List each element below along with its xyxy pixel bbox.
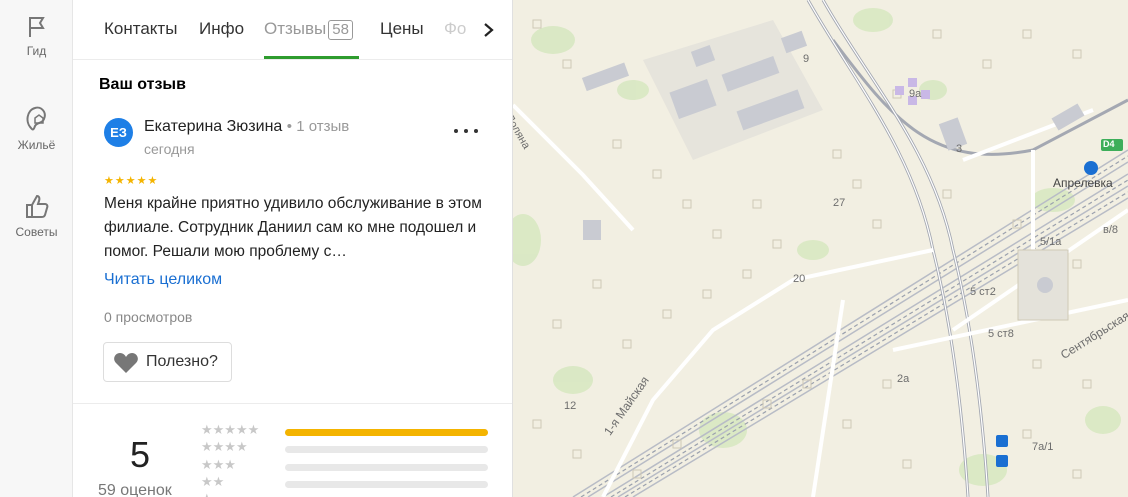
thumbs-up-icon bbox=[25, 194, 48, 218]
review-date: сегодня bbox=[144, 141, 195, 157]
flag-icon bbox=[28, 17, 45, 37]
rating-bar-stars: ★★ bbox=[201, 474, 225, 489]
rating-bar-track bbox=[285, 446, 488, 453]
heart-icon bbox=[114, 353, 138, 373]
rating-bar-5: ★★★★★ bbox=[201, 422, 501, 439]
tab-reviews[interactable]: Отзывы 58 bbox=[264, 19, 353, 40]
rating-bar-3: ★★★ bbox=[201, 457, 501, 474]
map-view[interactable]: Поляна 1-я Майская Сентябрьская Апрелевк… bbox=[513, 0, 1128, 497]
rating-bar-stars: ★★★★ bbox=[201, 439, 248, 454]
house-number: 27 bbox=[833, 197, 846, 209]
more-options-icon[interactable] bbox=[454, 123, 480, 139]
house-number: 5/1а bbox=[1040, 236, 1062, 248]
organization-panel: Контакты Инфо Отзывы 58 Цены Фо Ваш отзыв… bbox=[73, 0, 513, 497]
house-number: 9 bbox=[803, 53, 810, 65]
house-number: 5 ст8 bbox=[988, 328, 1014, 340]
tab-photos[interactable]: Фо bbox=[444, 19, 474, 39]
author-name[interactable]: Екатерина Зюзина bbox=[144, 118, 282, 135]
tab-contacts[interactable]: Контакты bbox=[104, 19, 177, 39]
tab-reviews-label: Отзывы bbox=[264, 19, 327, 38]
reviews-count-badge: 58 bbox=[328, 20, 353, 40]
station-label[interactable]: Апрелевка bbox=[1053, 176, 1113, 190]
rating-bar-track bbox=[285, 481, 488, 488]
rating-bar-stars: ★ bbox=[201, 491, 277, 497]
rail-item-guide-label: Гид bbox=[26, 44, 47, 58]
rating-bar-track bbox=[285, 429, 488, 436]
useful-button[interactable]: Полезно? bbox=[103, 342, 232, 382]
ratings-count: 59 оценок bbox=[98, 482, 172, 497]
useful-button-label: Полезно? bbox=[146, 353, 218, 370]
house-number: 2а bbox=[897, 373, 910, 385]
rail-item-housing-label: Жильё bbox=[17, 138, 56, 152]
review-stars: ★★★★★ bbox=[104, 175, 159, 187]
rating-summary: 5 59 оценок ★★★★★ ★★★★ ★★★ ★★ ★ bbox=[73, 403, 512, 497]
house-number: в/8 bbox=[1103, 224, 1119, 236]
house-number: 5 ст2 bbox=[970, 286, 996, 298]
rating-bar-stars: ★★★ bbox=[201, 457, 236, 472]
read-full-link[interactable]: Читать целиком bbox=[104, 271, 222, 289]
home-icon bbox=[26, 106, 46, 131]
rating-bar-track bbox=[285, 464, 488, 471]
house-number: 7а/1 bbox=[1032, 441, 1054, 453]
tab-prices[interactable]: Цены bbox=[380, 19, 424, 39]
rating-bar-2: ★★ bbox=[201, 474, 501, 491]
average-rating: 5 bbox=[130, 434, 151, 475]
rail-item-tips[interactable]: Советы bbox=[0, 193, 73, 239]
active-tab-indicator bbox=[264, 56, 359, 59]
rail-item-tips-label: Советы bbox=[15, 225, 58, 239]
house-number: 3 bbox=[956, 143, 963, 155]
left-rail: Гид Жильё Советы bbox=[0, 0, 73, 497]
tab-bar: Контакты Инфо Отзывы 58 Цены Фо bbox=[73, 0, 512, 60]
rail-item-housing[interactable]: Жильё bbox=[0, 104, 73, 152]
review-author[interactable]: Екатерина Зюзина • 1 отзыв bbox=[144, 118, 349, 136]
rating-bar-fill bbox=[285, 429, 488, 436]
tab-info[interactable]: Инфо bbox=[199, 19, 244, 39]
rating-bar-4: ★★★★ bbox=[201, 439, 501, 456]
rail-item-guide[interactable]: Гид bbox=[0, 14, 73, 58]
house-number: 12 bbox=[564, 400, 577, 412]
chevron-right-icon[interactable] bbox=[479, 20, 499, 40]
your-review-title: Ваш отзыв bbox=[99, 76, 186, 93]
house-number: 9а bbox=[909, 88, 922, 100]
views-count: 0 просмотров bbox=[104, 309, 193, 325]
avatar[interactable]: ЕЗ bbox=[104, 118, 133, 147]
review-text: Меня крайне приятно удивило обслуживание… bbox=[104, 195, 482, 260]
rating-bar-stars: ★★★★★ bbox=[201, 422, 260, 437]
route-label: D4 bbox=[1103, 139, 1115, 149]
author-reviews-count: • 1 отзыв bbox=[286, 118, 350, 135]
house-number: 20 bbox=[793, 273, 806, 285]
